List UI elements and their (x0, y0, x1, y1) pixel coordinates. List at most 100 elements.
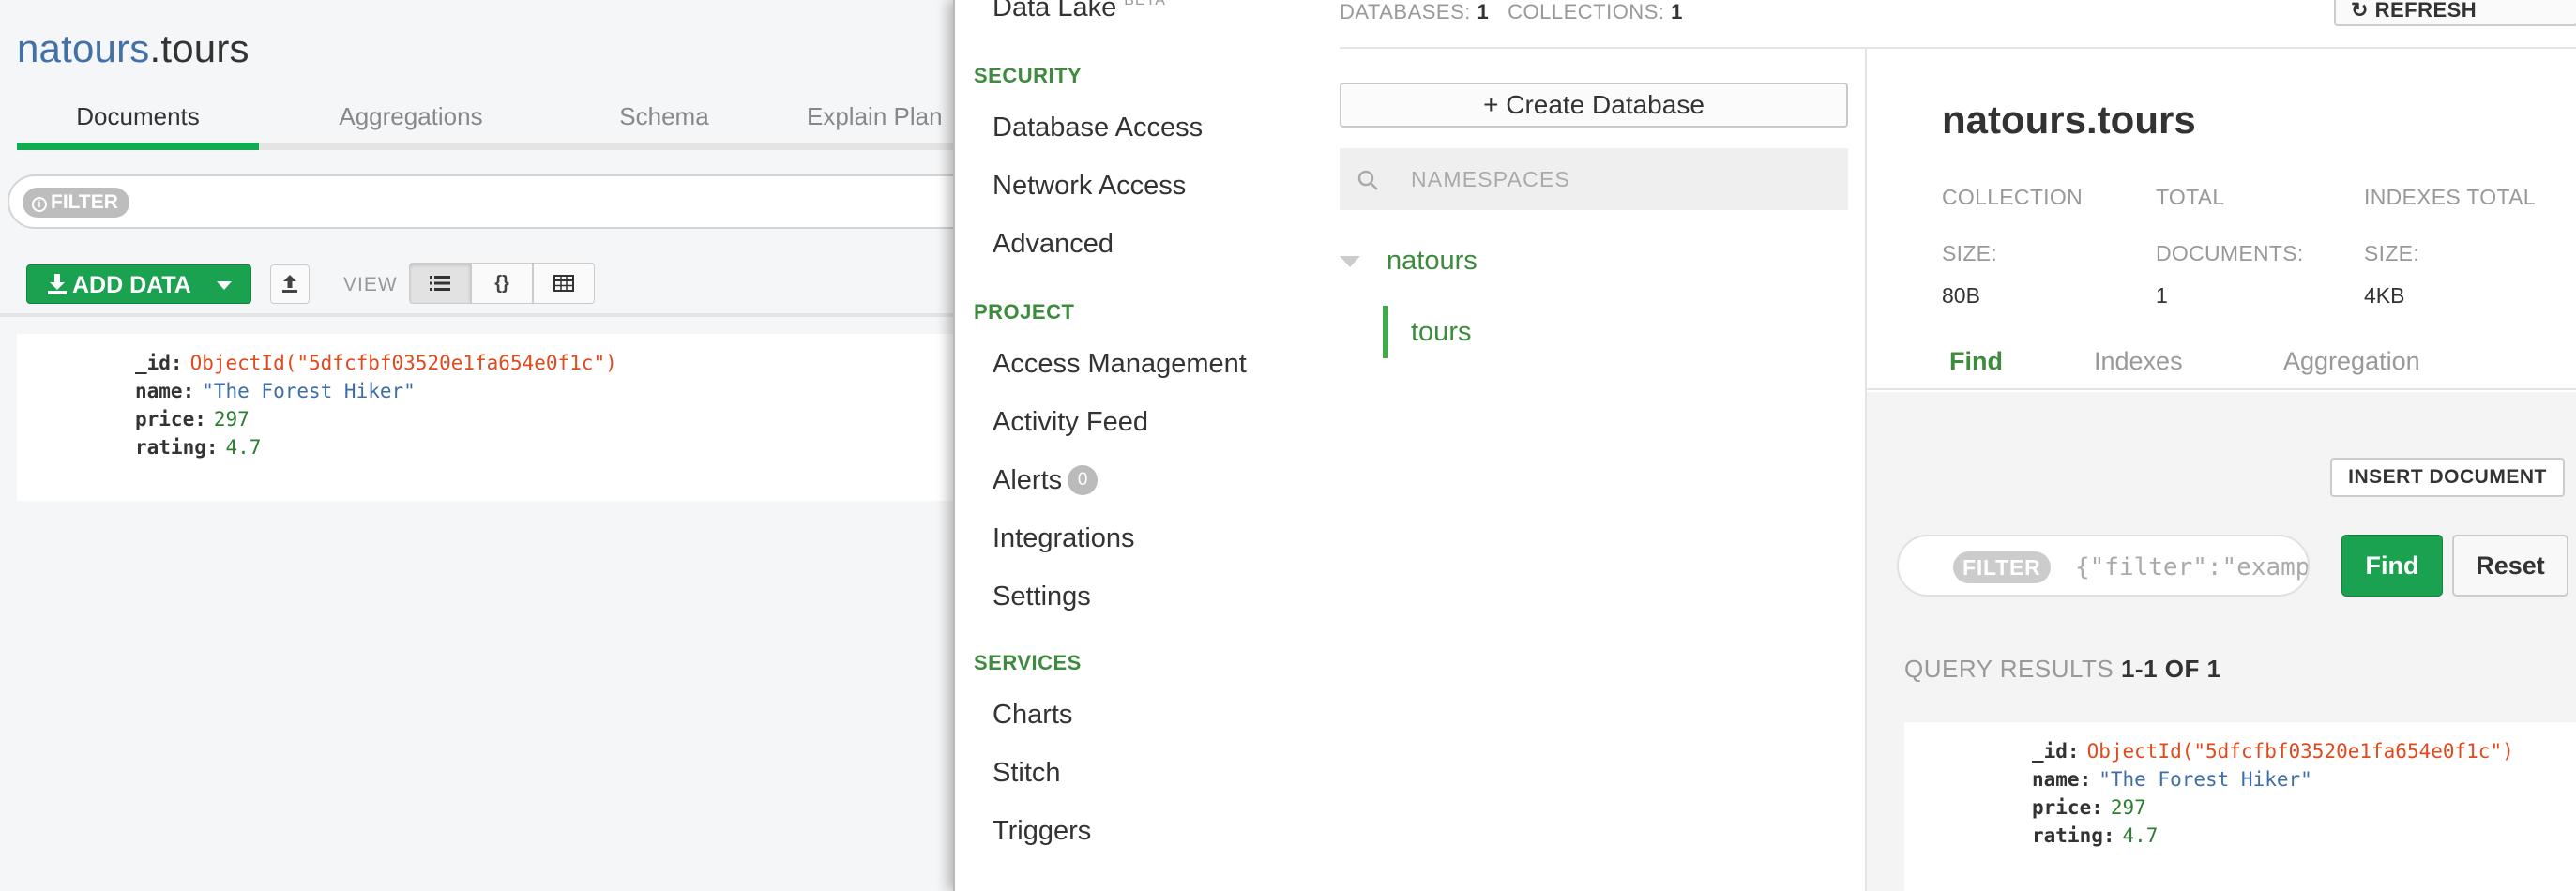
collections-label: COLLECTIONS: (1508, 0, 1665, 23)
query-filter-input[interactable]: FILTER {"filter":"example"} (1897, 535, 2310, 597)
field-id: _id: ObjectId("5dfcfbf03520e1fa654e0f1c") (135, 349, 617, 377)
collection-tabs-bar: Find Indexes Aggregation (1867, 328, 2576, 390)
sidebar-item-database-access[interactable]: Database Access (993, 113, 1203, 143)
collection-title: natours.tours (1942, 98, 2196, 142)
refresh-icon: ↻ (2351, 0, 2369, 22)
upload-icon (282, 275, 297, 293)
namespace-panel: DATABASES: 1 COLLECTIONS: 1 + Create Dat… (1340, 0, 2576, 891)
stat-label-line: DOCUMENTS: (2156, 241, 2304, 265)
sidebar-item-network-access[interactable]: Network Access (993, 171, 1186, 202)
refresh-button[interactable]: ↻ REFRESH (2334, 0, 2576, 26)
field-value: 4.7 (225, 436, 262, 459)
stat-value-indexes-size: 4KB (2364, 283, 2405, 308)
filter-pill: i FILTER (23, 188, 129, 218)
table-icon (553, 275, 574, 292)
section-project: PROJECT (974, 300, 1075, 324)
find-panel: INSERT DOCUMENT FILTER {"filter":"exampl… (1867, 392, 2576, 891)
add-data-label: ADD DATA (72, 272, 191, 298)
sidebar-item-triggers[interactable]: Triggers (993, 816, 1091, 847)
sidebar-item-data-lake[interactable]: Data Lake BETA (993, 0, 1166, 23)
table-view-button[interactable] (533, 263, 595, 304)
json-view-button[interactable]: {} (471, 263, 533, 304)
create-database-button[interactable]: + Create Database (1340, 83, 1848, 128)
field-key: name: (2032, 768, 2092, 791)
field-value: "The Forest Hiker" (202, 380, 416, 402)
tab-indexes[interactable]: Indexes (2094, 347, 2183, 376)
search-icon (1357, 170, 1378, 190)
field-value: 4.7 (2122, 824, 2159, 847)
stat-label-line: INDEXES TOTAL (2364, 185, 2536, 209)
field-value: "The Forest Hiker" (2099, 768, 2312, 791)
sidebar-item-stitch[interactable]: Stitch (993, 758, 1061, 789)
atlas-panel: Data Lake BETA SECURITY Database Access … (953, 0, 2576, 891)
field-price: price: 297 (135, 405, 617, 433)
cluster-stats: DATABASES: 1 COLLECTIONS: 1 (1340, 0, 1683, 24)
filter-placeholder: {"filter":"example"} (2075, 553, 2310, 581)
namespace-db[interactable]: natours (17, 26, 150, 70)
tree-database[interactable]: natours (1386, 246, 1477, 277)
refresh-label: REFRESH (2374, 0, 2478, 22)
add-data-button[interactable]: ADD DATA (26, 264, 251, 304)
field-rating: rating: 4.7 (2032, 822, 2514, 850)
field-price: price: 297 (2032, 793, 2514, 822)
collection-tabs: Documents Aggregations Schema Explain Pl… (17, 98, 955, 150)
stat-label-line: SIZE: (2364, 241, 2420, 265)
field-value: ObjectId("5dfcfbf03520e1fa654e0f1c") (2086, 740, 2514, 763)
stat-value-collection-size: 80B (1942, 283, 1980, 308)
document-card[interactable]: _id: ObjectId("5dfcfbf03520e1fa654e0f1c")… (17, 334, 955, 501)
sidebar-item-access-management[interactable]: Access Management (993, 349, 1247, 380)
sidebar-item-charts[interactable]: Charts (993, 700, 1072, 731)
field-key: rating: (2032, 824, 2115, 847)
field-key: _id: (135, 352, 183, 374)
stat-label-collection-size: COLLECTION SIZE: (1942, 169, 2083, 281)
sidebar-item-label: Data Lake (993, 0, 1117, 23)
sidebar-item-advanced[interactable]: Advanced (993, 229, 1114, 260)
view-label: VIEW (343, 274, 398, 295)
stat-value-total-documents: 1 (2156, 283, 2168, 308)
section-security: SECURITY (974, 64, 1083, 87)
filter-input[interactable]: i FILTER (8, 174, 1039, 229)
tab-schema[interactable]: Schema (561, 98, 767, 150)
find-button[interactable]: Find (2341, 535, 2443, 597)
field-rating: rating: 4.7 (135, 433, 617, 461)
tab-documents[interactable]: Documents (17, 98, 259, 150)
query-results-count: QUERY RESULTS 1-1 OF 1 (1904, 655, 2221, 684)
field-key: price: (135, 408, 206, 430)
caret-down-icon[interactable] (1340, 256, 1360, 267)
tree-collection[interactable]: tours (1383, 306, 1471, 358)
collections-count: 1 (1671, 0, 1683, 23)
query-results-label: QUERY RESULTS (1904, 655, 2114, 683)
sidebar-item-integrations[interactable]: Integrations (993, 523, 1135, 554)
sidebar-item-activity-feed[interactable]: Activity Feed (993, 407, 1148, 438)
compass-window: natours.tours Documents Aggregations Sch… (0, 0, 1039, 891)
sidebar-item-alerts[interactable]: Alerts 0 (993, 465, 1099, 496)
field-key: price: (2032, 796, 2103, 819)
stat-label-total-documents: TOTAL DOCUMENTS: (2156, 169, 2304, 281)
namespace-search-input[interactable]: NAMESPACES (1340, 148, 1848, 210)
list-view-button[interactable] (409, 263, 471, 304)
filter-pill: FILTER (1953, 551, 2051, 583)
collection-detail: natours.tours COLLECTION SIZE: TOTAL DOCUM… (1865, 49, 2576, 891)
field-key: _id: (2032, 740, 2080, 763)
field-value: ObjectId("5dfcfbf03520e1fa654e0f1c") (189, 352, 617, 374)
view-toggle-group: {} (409, 263, 595, 304)
export-button[interactable] (270, 264, 310, 304)
stat-label-line: COLLECTION (1942, 185, 2083, 209)
field-value: 297 (2110, 796, 2146, 819)
sidebar-item-label: Alerts (993, 465, 1063, 495)
field-value: 297 (213, 408, 250, 430)
tab-aggregation[interactable]: Aggregation (2283, 347, 2420, 376)
stat-label-line: TOTAL (2156, 185, 2225, 209)
tab-find[interactable]: Find (1949, 347, 2003, 376)
filter-label: FILTER (51, 191, 118, 213)
sidebar-item-settings[interactable]: Settings (993, 581, 1091, 612)
beta-badge: BETA (1124, 0, 1166, 8)
field-name: name: "The Forest Hiker" (2032, 765, 2514, 793)
stat-label-line: SIZE: (1942, 241, 1998, 265)
reset-button[interactable]: Reset (2452, 535, 2568, 597)
result-document-card[interactable]: _id: ObjectId("5dfcfbf03520e1fa654e0f1c")… (1904, 722, 2576, 891)
project-sidebar: Data Lake BETA SECURITY Database Access … (955, 0, 1340, 891)
plus-icon: + (1483, 90, 1499, 119)
insert-document-button[interactable]: INSERT DOCUMENT (2330, 458, 2565, 497)
tab-aggregations[interactable]: Aggregations (298, 98, 523, 150)
